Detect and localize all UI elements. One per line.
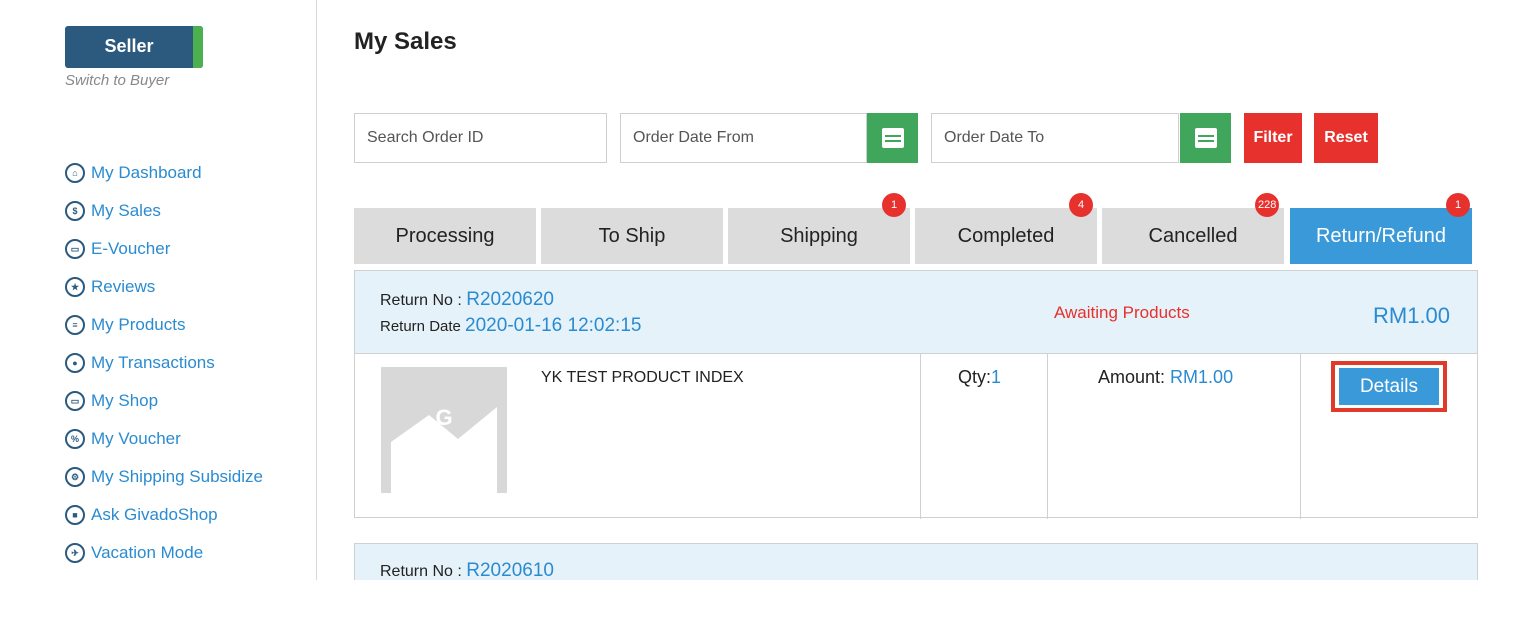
amount-value: RM1.00	[1170, 367, 1234, 387]
tab-to-ship[interactable]: To Ship	[541, 208, 723, 264]
filter-button[interactable]: Filter	[1244, 113, 1302, 163]
sidebar-item-ask-givadoshop[interactable]: ■ Ask GivadoShop	[65, 496, 263, 534]
return-no-value: R2020620	[466, 289, 554, 310]
qty-label: Qty:	[958, 367, 992, 387]
shop-icon: ▭	[65, 391, 85, 411]
star-icon: ★	[65, 277, 85, 297]
tab-cancelled[interactable]: Cancelled	[1102, 208, 1284, 264]
tab-return-refund[interactable]: Return/Refund	[1290, 208, 1472, 264]
shipping-subsidy-icon: ⚙	[65, 467, 85, 487]
sidebar-item-reviews[interactable]: ★ Reviews	[65, 268, 263, 306]
details-highlight-frame: Details	[1331, 361, 1447, 412]
return-no-row: Return No : R2020620	[380, 289, 554, 311]
sidebar-item-label: Reviews	[91, 277, 156, 296]
calendar-icon[interactable]	[867, 113, 918, 163]
order-date-to-input[interactable]: Order Date To	[931, 113, 1179, 163]
quantity: Qty:1	[958, 367, 1001, 388]
amount-label: Amount:	[1098, 367, 1171, 387]
calendar-icon[interactable]	[1180, 113, 1231, 163]
transactions-icon: ●	[65, 353, 85, 373]
sidebar-item-my-voucher[interactable]: % My Voucher	[65, 420, 263, 458]
sidebar-item-label: My Products	[91, 315, 186, 334]
sidebar-item-label: My Dashboard	[91, 163, 202, 182]
order-date-from-input[interactable]: Order Date From	[620, 113, 867, 163]
column-divider	[1300, 354, 1301, 519]
column-divider	[1047, 354, 1048, 519]
sidebar-item-my-sales[interactable]: $ My Sales	[65, 192, 263, 230]
home-icon: ⌂	[65, 163, 85, 183]
sidebar-item-label: My Transactions	[91, 353, 215, 372]
sidebar-item-my-products[interactable]: ≡ My Products	[65, 306, 263, 344]
sidebar-item-label: My Voucher	[91, 429, 181, 448]
return-date-value: 2020-01-16 12:02:15	[465, 315, 642, 336]
sidebar-item-label: My Shop	[91, 391, 159, 410]
seller-label: Seller	[104, 36, 154, 56]
return-no-label: Return No :	[380, 563, 467, 580]
return-no-value: R2020610	[466, 560, 554, 581]
qty-value: 1	[991, 367, 1002, 387]
amount: Amount: RM1.00	[1098, 367, 1233, 388]
sidebar-item-label: Ask GivadoShop	[91, 505, 218, 524]
sidebar-item-my-shop[interactable]: ▭ My Shop	[65, 382, 263, 420]
svg-text:G: G	[435, 405, 452, 430]
completed-count-badge: 4	[1069, 193, 1093, 217]
return-card: Return No : R2020620 Return Date 2020-01…	[354, 270, 1478, 519]
product-name: YK TEST PRODUCT INDEX	[541, 369, 744, 386]
sidebar-item-label: My Sales	[91, 201, 161, 220]
viewport-cutoff	[0, 580, 1524, 628]
sidebar-item-my-shipping-subsidize[interactable]: ⚙ My Shipping Subsidize	[65, 458, 263, 496]
tab-shipping[interactable]: Shipping	[728, 208, 910, 264]
plane-icon: ✈	[65, 543, 85, 563]
sidebar-item-e-voucher[interactable]: ▭ E-Voucher	[65, 230, 263, 268]
sidebar-item-dashboard[interactable]: ⌂ My Dashboard	[65, 154, 263, 192]
search-order-id-input[interactable]: Search Order ID	[354, 113, 607, 163]
return-total: RM1.00	[1373, 303, 1451, 328]
sidebar-nav: ⌂ My Dashboard $ My Sales ▭ E-Voucher ★ Revi…	[65, 154, 263, 572]
seller-accent-stripe	[193, 26, 203, 68]
tab-processing[interactable]: Processing	[354, 208, 536, 264]
return-status: Awaiting Products	[1054, 303, 1190, 322]
details-button[interactable]: Details	[1339, 368, 1439, 405]
evoucher-icon: ▭	[65, 239, 85, 259]
shipping-count-badge: 1	[882, 193, 906, 217]
return-card-header: Return No : R2020620 Return Date 2020-01…	[355, 271, 1477, 354]
reset-button[interactable]: Reset	[1314, 113, 1378, 163]
return-no-label: Return No :	[380, 292, 467, 309]
voucher-icon: %	[65, 429, 85, 449]
switch-to-buyer-link[interactable]: Switch to Buyer	[65, 72, 169, 89]
sidebar: Seller Switch to Buyer ⌂ My Dashboard $ My…	[0, 0, 317, 580]
return-refund-count-badge: 1	[1446, 193, 1470, 217]
column-divider	[920, 354, 921, 519]
sidebar-item-vacation-mode[interactable]: ✈ Vacation Mode	[65, 534, 263, 572]
sidebar-item-label: Vacation Mode	[91, 543, 204, 562]
product-image-placeholder: G	[381, 367, 507, 493]
seller-mode-button[interactable]: Seller	[65, 26, 203, 68]
sales-icon: $	[65, 201, 85, 221]
chat-icon: ■	[65, 505, 85, 525]
products-icon: ≡	[65, 315, 85, 335]
sidebar-item-my-transactions[interactable]: ● My Transactions	[65, 344, 263, 382]
sidebar-item-label: E-Voucher	[91, 239, 171, 258]
page-title: My Sales	[354, 28, 457, 55]
tab-completed[interactable]: Completed	[915, 208, 1097, 264]
return-date-row: Return Date 2020-01-16 12:02:15	[380, 315, 641, 337]
return-date-label: Return Date	[380, 318, 466, 335]
sidebar-item-label: My Shipping Subsidize	[91, 467, 263, 486]
return-no-row: Return No : R2020610	[380, 560, 554, 582]
